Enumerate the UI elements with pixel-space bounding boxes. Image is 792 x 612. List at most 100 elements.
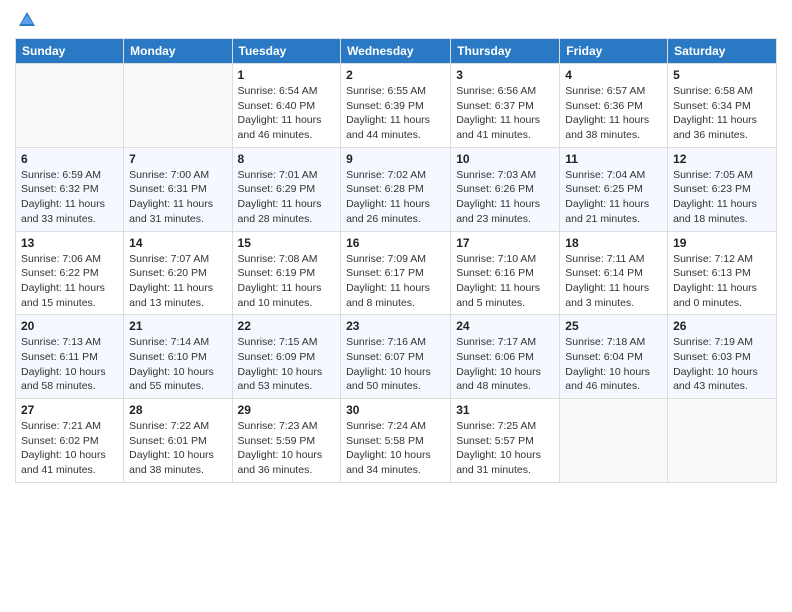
day-number: 30 xyxy=(346,403,445,417)
calendar: SundayMondayTuesdayWednesdayThursdayFrid… xyxy=(15,38,777,483)
day-number: 20 xyxy=(21,319,118,333)
logo-icon xyxy=(17,10,37,30)
calendar-cell xyxy=(560,399,668,483)
day-number: 14 xyxy=(129,236,226,250)
day-number: 11 xyxy=(565,152,662,166)
calendar-week-row: 1Sunrise: 6:54 AM Sunset: 6:40 PM Daylig… xyxy=(16,64,777,148)
calendar-week-row: 6Sunrise: 6:59 AM Sunset: 6:32 PM Daylig… xyxy=(16,147,777,231)
day-number: 19 xyxy=(673,236,771,250)
calendar-body: 1Sunrise: 6:54 AM Sunset: 6:40 PM Daylig… xyxy=(16,64,777,483)
calendar-cell: 5 Sunrise: 6:58 AM Sunset: 6:34 PM Daylig… xyxy=(668,64,777,148)
day-number: 28 xyxy=(129,403,226,417)
calendar-cell: 2 Sunrise: 6:55 AM Sunset: 6:39 PM Daylig… xyxy=(341,64,451,148)
calendar-cell: 13 Sunrise: 7:06 AM Sunset: 6:22 PM Dayli… xyxy=(16,231,124,315)
day-info: Sunrise: 7:10 AM Sunset: 6:16 PM Dayligh… xyxy=(456,252,554,311)
day-info: Sunrise: 7:24 AM Sunset: 5:58 PM Dayligh… xyxy=(346,419,445,478)
calendar-cell: 20 Sunrise: 7:13 AM Sunset: 6:11 PM Dayli… xyxy=(16,315,124,399)
day-number: 12 xyxy=(673,152,771,166)
calendar-cell: 8 Sunrise: 7:01 AM Sunset: 6:29 PM Daylig… xyxy=(232,147,341,231)
header xyxy=(15,10,777,30)
day-info: Sunrise: 6:56 AM Sunset: 6:37 PM Dayligh… xyxy=(456,84,554,143)
day-number: 31 xyxy=(456,403,554,417)
calendar-week-row: 27 Sunrise: 7:21 AM Sunset: 6:02 PM Dayli… xyxy=(16,399,777,483)
day-info: Sunrise: 7:00 AM Sunset: 6:31 PM Dayligh… xyxy=(129,168,226,227)
day-number: 5 xyxy=(673,68,771,82)
calendar-cell: 23 Sunrise: 7:16 AM Sunset: 6:07 PM Dayli… xyxy=(341,315,451,399)
day-info: Sunrise: 7:21 AM Sunset: 6:02 PM Dayligh… xyxy=(21,419,118,478)
day-number: 18 xyxy=(565,236,662,250)
calendar-cell: 21 Sunrise: 7:14 AM Sunset: 6:10 PM Dayli… xyxy=(124,315,232,399)
day-number: 17 xyxy=(456,236,554,250)
day-info: Sunrise: 7:25 AM Sunset: 5:57 PM Dayligh… xyxy=(456,419,554,478)
day-number: 15 xyxy=(238,236,336,250)
day-number: 4 xyxy=(565,68,662,82)
calendar-cell: 24 Sunrise: 7:17 AM Sunset: 6:06 PM Dayli… xyxy=(451,315,560,399)
day-info: Sunrise: 7:22 AM Sunset: 6:01 PM Dayligh… xyxy=(129,419,226,478)
calendar-header-cell: Wednesday xyxy=(341,39,451,64)
calendar-cell xyxy=(668,399,777,483)
calendar-cell: 19Sunrise: 7:12 AM Sunset: 6:13 PM Dayli… xyxy=(668,231,777,315)
logo xyxy=(15,10,37,30)
calendar-cell: 16 Sunrise: 7:09 AM Sunset: 6:17 PM Dayli… xyxy=(341,231,451,315)
calendar-cell: 10 Sunrise: 7:03 AM Sunset: 6:26 PM Dayli… xyxy=(451,147,560,231)
day-number: 7 xyxy=(129,152,226,166)
calendar-cell: 28 Sunrise: 7:22 AM Sunset: 6:01 PM Dayli… xyxy=(124,399,232,483)
day-number: 25 xyxy=(565,319,662,333)
day-number: 29 xyxy=(238,403,336,417)
calendar-cell: 31 Sunrise: 7:25 AM Sunset: 5:57 PM Dayli… xyxy=(451,399,560,483)
day-info: Sunrise: 7:18 AM Sunset: 6:04 PM Dayligh… xyxy=(565,335,662,394)
calendar-header-row: SundayMondayTuesdayWednesdayThursdayFrid… xyxy=(16,39,777,64)
day-info: Sunrise: 7:19 AM Sunset: 6:03 PM Dayligh… xyxy=(673,335,771,394)
calendar-cell: 26Sunrise: 7:19 AM Sunset: 6:03 PM Dayli… xyxy=(668,315,777,399)
calendar-cell: 25 Sunrise: 7:18 AM Sunset: 6:04 PM Dayli… xyxy=(560,315,668,399)
day-info: Sunrise: 7:02 AM Sunset: 6:28 PM Dayligh… xyxy=(346,168,445,227)
calendar-cell xyxy=(124,64,232,148)
calendar-cell: 27 Sunrise: 7:21 AM Sunset: 6:02 PM Dayli… xyxy=(16,399,124,483)
day-info: Sunrise: 7:05 AM Sunset: 6:23 PM Dayligh… xyxy=(673,168,771,227)
calendar-cell: 1Sunrise: 6:54 AM Sunset: 6:40 PM Daylig… xyxy=(232,64,341,148)
day-info: Sunrise: 7:16 AM Sunset: 6:07 PM Dayligh… xyxy=(346,335,445,394)
calendar-cell: 22 Sunrise: 7:15 AM Sunset: 6:09 PM Dayli… xyxy=(232,315,341,399)
day-number: 21 xyxy=(129,319,226,333)
page: SundayMondayTuesdayWednesdayThursdayFrid… xyxy=(0,0,792,612)
day-info: Sunrise: 6:55 AM Sunset: 6:39 PM Dayligh… xyxy=(346,84,445,143)
calendar-week-row: 13 Sunrise: 7:06 AM Sunset: 6:22 PM Dayli… xyxy=(16,231,777,315)
calendar-cell: 29 Sunrise: 7:23 AM Sunset: 5:59 PM Dayli… xyxy=(232,399,341,483)
calendar-cell: 15 Sunrise: 7:08 AM Sunset: 6:19 PM Dayli… xyxy=(232,231,341,315)
calendar-cell: 17 Sunrise: 7:10 AM Sunset: 6:16 PM Dayli… xyxy=(451,231,560,315)
day-number: 27 xyxy=(21,403,118,417)
calendar-cell: 9 Sunrise: 7:02 AM Sunset: 6:28 PM Daylig… xyxy=(341,147,451,231)
day-info: Sunrise: 7:04 AM Sunset: 6:25 PM Dayligh… xyxy=(565,168,662,227)
calendar-cell: 3 Sunrise: 6:56 AM Sunset: 6:37 PM Daylig… xyxy=(451,64,560,148)
day-number: 3 xyxy=(456,68,554,82)
calendar-cell: 12 Sunrise: 7:05 AM Sunset: 6:23 PM Dayli… xyxy=(668,147,777,231)
day-info: Sunrise: 7:13 AM Sunset: 6:11 PM Dayligh… xyxy=(21,335,118,394)
day-number: 16 xyxy=(346,236,445,250)
day-number: 9 xyxy=(346,152,445,166)
day-number: 24 xyxy=(456,319,554,333)
day-info: Sunrise: 7:14 AM Sunset: 6:10 PM Dayligh… xyxy=(129,335,226,394)
day-info: Sunrise: 6:59 AM Sunset: 6:32 PM Dayligh… xyxy=(21,168,118,227)
calendar-cell xyxy=(16,64,124,148)
day-number: 22 xyxy=(238,319,336,333)
day-info: Sunrise: 7:09 AM Sunset: 6:17 PM Dayligh… xyxy=(346,252,445,311)
day-info: Sunrise: 6:58 AM Sunset: 6:34 PM Dayligh… xyxy=(673,84,771,143)
day-info: Sunrise: 7:23 AM Sunset: 5:59 PM Dayligh… xyxy=(238,419,336,478)
calendar-header-cell: Thursday xyxy=(451,39,560,64)
day-info: Sunrise: 7:15 AM Sunset: 6:09 PM Dayligh… xyxy=(238,335,336,394)
day-info: Sunrise: 7:06 AM Sunset: 6:22 PM Dayligh… xyxy=(21,252,118,311)
day-info: Sunrise: 7:08 AM Sunset: 6:19 PM Dayligh… xyxy=(238,252,336,311)
day-number: 10 xyxy=(456,152,554,166)
day-number: 23 xyxy=(346,319,445,333)
calendar-cell: 4Sunrise: 6:57 AM Sunset: 6:36 PM Daylig… xyxy=(560,64,668,148)
day-info: Sunrise: 7:03 AM Sunset: 6:26 PM Dayligh… xyxy=(456,168,554,227)
calendar-header-cell: Friday xyxy=(560,39,668,64)
day-number: 2 xyxy=(346,68,445,82)
day-info: Sunrise: 7:11 AM Sunset: 6:14 PM Dayligh… xyxy=(565,252,662,311)
calendar-cell: 7 Sunrise: 7:00 AM Sunset: 6:31 PM Daylig… xyxy=(124,147,232,231)
day-info: Sunrise: 7:01 AM Sunset: 6:29 PM Dayligh… xyxy=(238,168,336,227)
day-number: 13 xyxy=(21,236,118,250)
day-number: 8 xyxy=(238,152,336,166)
calendar-cell: 14Sunrise: 7:07 AM Sunset: 6:20 PM Dayli… xyxy=(124,231,232,315)
day-info: Sunrise: 7:17 AM Sunset: 6:06 PM Dayligh… xyxy=(456,335,554,394)
